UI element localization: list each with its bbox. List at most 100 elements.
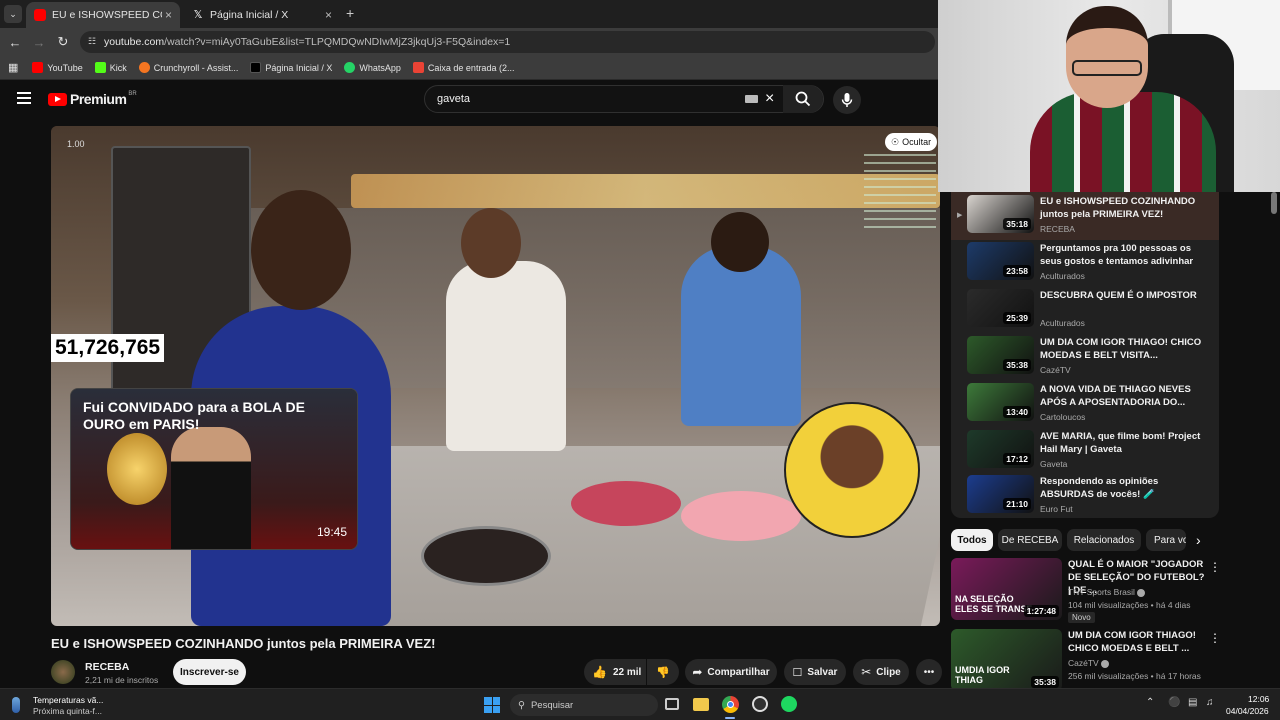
recommendation-thumbnail[interactable]: NA SELEÇÃO ELES SE TRANSF 1:27:48: [951, 558, 1062, 620]
save-button[interactable]: ☐ Salvar: [784, 659, 846, 685]
playlist-item-channel[interactable]: RECEBA: [1040, 224, 1075, 234]
clock-date[interactable]: 04/04/2026: [1226, 706, 1269, 716]
browser-tab-x[interactable]: 𝕏 Página Inicial / X ×: [184, 2, 340, 28]
search-input[interactable]: gaveta ×: [424, 85, 824, 113]
recommendation-item[interactable]: NA SELEÇÃO ELES SE TRANSF 1:27:48 QUAL É O…: [951, 558, 1271, 624]
playlist-item[interactable]: 17:12 AVE MARIA, que filme bom! Project H…: [951, 427, 1219, 473]
more-options-icon[interactable]: ⋮: [1209, 631, 1221, 645]
recommendation-item[interactable]: UMDIA IGOR THIAG 35:38 UM DIA COM IGOR THI…: [951, 629, 1271, 695]
subscribe-button[interactable]: Inscrever-se: [173, 659, 246, 685]
person-white-shirt: [446, 261, 566, 451]
recommendation-title[interactable]: UM DIA COM IGOR THIAGO! CHICO MOEDAS E B…: [1068, 629, 1208, 655]
browser-tab-youtube[interactable]: EU e ISHOWSPEED COZINHANDO ×: [26, 2, 180, 28]
search-button[interactable]: [783, 85, 823, 113]
channel-name[interactable]: RECEBA: [85, 661, 129, 673]
playlist-item-title[interactable]: DESCUBRA QUEM É O IMPOSTOR: [1040, 289, 1210, 302]
close-tab-icon[interactable]: ×: [325, 8, 332, 22]
thumbs-down-icon: 👎: [656, 666, 670, 679]
playlist-item-channel[interactable]: Euro Fut: [1040, 504, 1073, 514]
menu-icon[interactable]: [17, 92, 31, 104]
playlist-thumbnail[interactable]: 23:58: [967, 242, 1034, 280]
share-button[interactable]: ➦ Compartilhar: [685, 659, 777, 685]
playlist-item-channel[interactable]: Gaveta: [1040, 459, 1067, 469]
site-info-icon[interactable]: ☷: [88, 36, 96, 47]
filter-chip-channel[interactable]: De RECEBA: [998, 529, 1062, 551]
tray-overflow-icon[interactable]: ⌃: [1146, 697, 1154, 708]
bookmark-kick[interactable]: Kick: [94, 62, 127, 73]
playlist-thumbnail[interactable]: 35:18: [967, 195, 1034, 233]
reload-icon[interactable]: ↻: [51, 30, 75, 54]
task-view-icon[interactable]: [665, 698, 679, 710]
clock-time[interactable]: 12:06: [1248, 694, 1269, 704]
playlist-thumbnail[interactable]: 21:10: [967, 475, 1034, 513]
video-duration: 17:12: [1003, 453, 1031, 465]
keyboard-icon[interactable]: [745, 95, 758, 103]
playlist-item-title[interactable]: Perguntamos pra 100 pessoas os seus gost…: [1040, 242, 1210, 268]
bookmark-crunchyroll[interactable]: Crunchyroll - Assist...: [138, 62, 238, 73]
forward-icon[interactable]: →: [27, 30, 51, 54]
channel-avatar[interactable]: [51, 660, 75, 684]
playlist-item-channel[interactable]: CazéTV: [1040, 365, 1071, 375]
recommendation-thumbnail[interactable]: UMDIA IGOR THIAG 35:38: [951, 629, 1062, 691]
clip-button[interactable]: ✂ Clipe: [853, 659, 909, 685]
playlist-item-channel[interactable]: Aculturados: [1040, 318, 1085, 328]
back-icon[interactable]: ←: [3, 30, 27, 54]
voice-search-button[interactable]: [833, 86, 861, 114]
filter-chip-for-you[interactable]: Para vo: [1146, 529, 1186, 551]
playlist-thumbnail[interactable]: 17:12: [967, 430, 1034, 468]
playlist-item[interactable]: 35:18 EU e ISHOWSPEED COZINHANDO juntos p…: [951, 192, 1219, 238]
playlist-item-channel[interactable]: Cartoloucos: [1040, 412, 1085, 422]
spotify-icon[interactable]: [781, 696, 797, 712]
scrollbar-thumb[interactable]: [1271, 192, 1277, 214]
weather-icon[interactable]: [12, 697, 20, 713]
recommendation-channel[interactable]: TNT Sports Brasil: [1068, 587, 1146, 597]
playlist-item-title[interactable]: A NOVA VIDA DE THIAGO NEVES APÓS A APOSE…: [1040, 383, 1210, 409]
more-actions-button[interactable]: •••: [916, 659, 942, 685]
obs-icon[interactable]: [752, 696, 768, 712]
recommendation-stats: 256 mil visualizações • há 17 horas: [1068, 671, 1201, 681]
recommendation-channel[interactable]: CazéTV: [1068, 658, 1110, 668]
hide-overlay-button[interactable]: ☉ Ocultar: [885, 133, 938, 151]
playlist-item[interactable]: 13:40 A NOVA VIDA DE THIAGO NEVES APÓS A …: [951, 380, 1219, 426]
volume-icon[interactable]: ♫: [1206, 697, 1214, 708]
youtube-logo[interactable]: Premium BR: [48, 91, 137, 107]
chrome-icon[interactable]: [722, 696, 739, 713]
playlist-item[interactable]: 23:58 Perguntamos pra 100 pessoas os seus…: [951, 239, 1219, 285]
dislike-button[interactable]: 👎: [647, 659, 679, 685]
related-video-card[interactable]: Fui CONVIDADO para a BOLA DE OURO em PAR…: [70, 388, 358, 550]
playlist-thumbnail[interactable]: 13:40: [967, 383, 1034, 421]
taskbar-search[interactable]: ⚲ Pesquisar: [510, 694, 658, 716]
playlist-item[interactable]: 25:39 DESCUBRA QUEM É O IMPOSTOR Aculturad…: [951, 286, 1219, 332]
filter-chip-related[interactable]: Relacionados: [1067, 529, 1141, 551]
playlist-item-title[interactable]: AVE MARIA, que filme bom! Project Hail M…: [1040, 430, 1210, 456]
playlist-thumbnail[interactable]: 35:38: [967, 336, 1034, 374]
playlist-item[interactable]: 35:38 UM DIA COM IGOR THIAGO! CHICO MOEDA…: [951, 333, 1219, 379]
network-icon[interactable]: ▤: [1188, 697, 1197, 708]
bookmark-youtube[interactable]: YouTube: [32, 62, 83, 73]
playlist-item-channel[interactable]: Aculturados: [1040, 271, 1085, 281]
like-button[interactable]: 👍 22 mil: [584, 659, 646, 685]
person-head-left: [251, 190, 351, 310]
apps-icon[interactable]: ▦: [8, 61, 18, 74]
playlist-item[interactable]: 21:10 Respondendo as opiniões ABSURDAS de…: [951, 472, 1219, 518]
weather-title[interactable]: Temperaturas vã...: [33, 695, 103, 705]
address-bar[interactable]: ☷ youtube.com/watch?v=miAy0TaGubE&list=T…: [80, 31, 935, 53]
file-explorer-icon[interactable]: [693, 698, 709, 711]
bookmark-gmail[interactable]: Caixa de entrada (2...: [412, 62, 514, 73]
more-options-icon[interactable]: ⋮: [1209, 560, 1221, 574]
bookmark-x[interactable]: Página Inicial / X: [250, 62, 332, 73]
new-tab-icon[interactable]: +: [346, 5, 354, 21]
microphone-tray-icon[interactable]: ⚫: [1168, 697, 1180, 708]
playlist-item-title[interactable]: UM DIA COM IGOR THIAGO! CHICO MOEDAS E B…: [1040, 336, 1210, 362]
clear-search-icon[interactable]: ×: [765, 90, 774, 108]
video-player[interactable]: 1.00: [51, 126, 940, 626]
filter-chip-todos[interactable]: Todos: [951, 529, 993, 551]
playlist-item-title[interactable]: Respondendo as opiniões ABSURDAS de você…: [1040, 475, 1210, 501]
windows-start-icon[interactable]: [484, 697, 500, 713]
playlist-item-title[interactable]: EU e ISHOWSPEED COZINHANDO juntos pela P…: [1040, 195, 1210, 221]
close-tab-icon[interactable]: ×: [165, 8, 172, 22]
playlist-thumbnail[interactable]: 25:39: [967, 289, 1034, 327]
tab-search-button[interactable]: ⌄: [4, 5, 22, 23]
bookmark-whatsapp[interactable]: WhatsApp: [344, 62, 401, 73]
chevron-right-icon[interactable]: ›: [1196, 532, 1201, 548]
